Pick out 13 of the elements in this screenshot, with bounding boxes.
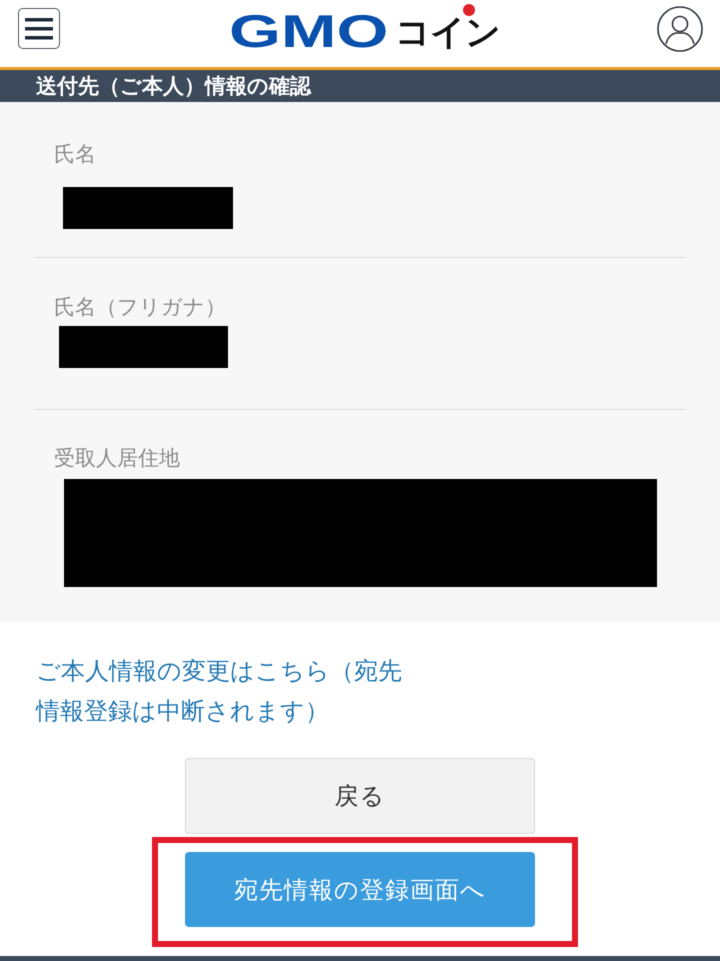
page-title: 送付先（ご本人）情報の確認: [36, 73, 311, 100]
field-label: 受取人居住地: [54, 445, 180, 472]
field-label: 氏名: [54, 141, 96, 168]
next-button[interactable]: 宛先情報の登録画面へ: [185, 852, 535, 927]
logo-dot-icon: [462, 4, 475, 16]
change-info-link[interactable]: ご本人情報の変更はこちら（宛先情報登録は中断されます）: [36, 651, 410, 731]
user-icon[interactable]: [656, 6, 703, 52]
menu-icon: [25, 18, 53, 40]
field-label: 氏名（フリガナ）: [54, 294, 226, 321]
back-button[interactable]: 戻る: [185, 758, 535, 834]
logo-text: GMO: [229, 10, 388, 50]
menu-button[interactable]: [18, 8, 60, 49]
logo-text: コイン: [394, 16, 500, 50]
